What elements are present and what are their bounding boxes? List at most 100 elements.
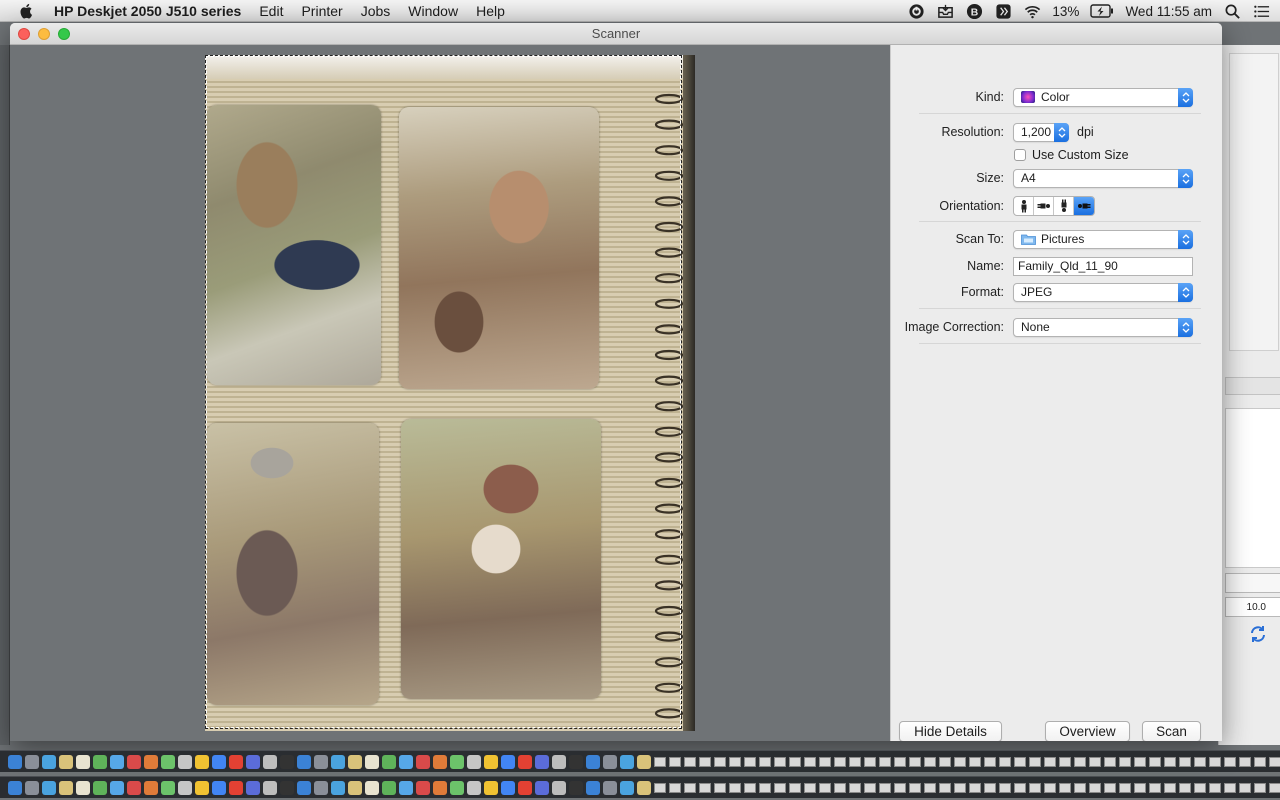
dock-window-thumbnail[interactable] bbox=[909, 756, 921, 767]
dock-app-icon[interactable] bbox=[8, 754, 22, 769]
dock-app-icon[interactable] bbox=[212, 754, 226, 769]
dock-app-icon[interactable] bbox=[433, 780, 447, 795]
orientation-rotate-left-button[interactable] bbox=[1034, 197, 1054, 215]
app-status-icon[interactable] bbox=[994, 2, 1012, 20]
dock-app-icon[interactable] bbox=[484, 754, 498, 769]
dock-window-thumbnail[interactable] bbox=[789, 756, 801, 767]
dock-window-thumbnail[interactable] bbox=[1059, 782, 1071, 793]
dock-window-thumbnail[interactable] bbox=[984, 756, 996, 767]
overview-button[interactable]: Overview bbox=[1045, 721, 1130, 741]
dock-app-icon[interactable] bbox=[93, 754, 107, 769]
dock-app-icon[interactable] bbox=[620, 780, 634, 795]
dock-window-thumbnail[interactable] bbox=[924, 756, 936, 767]
dock-window-thumbnail[interactable] bbox=[1089, 756, 1101, 767]
dock-app-icon[interactable] bbox=[42, 780, 56, 795]
menu-help[interactable]: Help bbox=[476, 3, 505, 19]
dock-window-thumbnail[interactable] bbox=[1209, 782, 1221, 793]
dock-window-thumbnail[interactable] bbox=[1194, 782, 1206, 793]
dock-window-thumbnail[interactable] bbox=[1074, 756, 1086, 767]
dock-app-icon[interactable] bbox=[535, 754, 549, 769]
dock-app-icon[interactable] bbox=[484, 780, 498, 795]
dock-app-icon[interactable] bbox=[399, 754, 413, 769]
scan-preview-area[interactable] bbox=[10, 45, 890, 741]
menu-printer[interactable]: Printer bbox=[301, 3, 342, 19]
dock-window-thumbnail[interactable] bbox=[1149, 782, 1161, 793]
dock-app-icon[interactable] bbox=[280, 754, 294, 769]
dock-app-icon[interactable] bbox=[620, 754, 634, 769]
dock-app-icon[interactable] bbox=[467, 780, 481, 795]
dock-window-thumbnail[interactable] bbox=[1134, 756, 1146, 767]
dock-window-thumbnail[interactable] bbox=[999, 782, 1011, 793]
dock-window-thumbnail[interactable] bbox=[774, 782, 786, 793]
scan-to-popup[interactable]: Pictures bbox=[1013, 229, 1193, 249]
dock-window-thumbnail[interactable] bbox=[669, 756, 681, 767]
dock-app-icon[interactable] bbox=[127, 780, 141, 795]
dock-app-icon[interactable] bbox=[76, 780, 90, 795]
dock-app-icon[interactable] bbox=[144, 780, 158, 795]
close-window-button[interactable] bbox=[18, 28, 30, 40]
dock-window-thumbnail[interactable] bbox=[744, 782, 756, 793]
dock-window-thumbnail[interactable] bbox=[1044, 756, 1056, 767]
dock-window-thumbnail[interactable] bbox=[729, 756, 741, 767]
dock-app-icon[interactable] bbox=[331, 754, 345, 769]
dock-window-thumbnail[interactable] bbox=[1014, 782, 1026, 793]
dock-window-thumbnail[interactable] bbox=[684, 782, 696, 793]
menu-jobs[interactable]: Jobs bbox=[361, 3, 391, 19]
dock-app-icon[interactable] bbox=[314, 754, 328, 769]
dock-window-thumbnail[interactable] bbox=[1029, 782, 1041, 793]
battery-charging-icon[interactable] bbox=[1090, 2, 1114, 20]
dock-window-thumbnail[interactable] bbox=[714, 782, 726, 793]
dock-window-thumbnail[interactable] bbox=[1119, 782, 1131, 793]
dock-window-thumbnail[interactable] bbox=[894, 782, 906, 793]
dock-app-icon[interactable] bbox=[229, 754, 243, 769]
dock-app-icon[interactable] bbox=[263, 780, 277, 795]
dock-app-icon[interactable] bbox=[297, 780, 311, 795]
dock-window-thumbnail[interactable] bbox=[1269, 756, 1280, 767]
dock-window-thumbnail[interactable] bbox=[1239, 756, 1251, 767]
dock-app-icon[interactable] bbox=[416, 780, 430, 795]
dock-app-icon[interactable] bbox=[501, 754, 515, 769]
dock-app-icon[interactable] bbox=[603, 780, 617, 795]
zoom-window-button[interactable] bbox=[58, 28, 70, 40]
dock-window-thumbnail[interactable] bbox=[1104, 756, 1116, 767]
dock-app-icon[interactable] bbox=[229, 780, 243, 795]
dock-app-icon[interactable] bbox=[501, 780, 515, 795]
dock-window-thumbnail[interactable] bbox=[954, 782, 966, 793]
dock-app-icon[interactable] bbox=[467, 754, 481, 769]
dock-window-thumbnail[interactable] bbox=[1089, 782, 1101, 793]
dock-app-icon[interactable] bbox=[450, 754, 464, 769]
dock-app-icon[interactable] bbox=[569, 780, 583, 795]
dock-window-thumbnail[interactable] bbox=[1224, 782, 1236, 793]
dock-window-thumbnail[interactable] bbox=[924, 782, 936, 793]
dock-window-thumbnail[interactable] bbox=[864, 782, 876, 793]
dock-app-icon[interactable] bbox=[161, 780, 175, 795]
use-custom-size-label[interactable]: Use Custom Size bbox=[1032, 148, 1129, 162]
format-popup[interactable]: JPEG bbox=[1013, 282, 1193, 302]
dock-app-icon[interactable] bbox=[603, 754, 617, 769]
dock-app-icon[interactable] bbox=[246, 754, 260, 769]
dock-window-thumbnail[interactable] bbox=[744, 756, 756, 767]
dock-window-thumbnail[interactable] bbox=[654, 782, 666, 793]
orientation-rotate-right-button[interactable] bbox=[1074, 197, 1094, 215]
dock-app-icon[interactable] bbox=[518, 780, 532, 795]
dock-window-thumbnail[interactable] bbox=[1059, 756, 1071, 767]
dock-window-thumbnail[interactable] bbox=[969, 782, 981, 793]
dock-window-thumbnail[interactable] bbox=[969, 756, 981, 767]
dock-app-icon[interactable] bbox=[195, 754, 209, 769]
sync-status-icon[interactable] bbox=[907, 2, 925, 20]
inbox-tray-icon[interactable] bbox=[936, 2, 954, 20]
scan-button[interactable]: Scan bbox=[1142, 721, 1201, 741]
dock-window-thumbnail[interactable] bbox=[879, 782, 891, 793]
dock-app-icon[interactable] bbox=[348, 754, 362, 769]
dock-app-icon[interactable] bbox=[195, 780, 209, 795]
dock-app-icon[interactable] bbox=[586, 780, 600, 795]
dock-app-icon[interactable] bbox=[518, 754, 532, 769]
wifi-icon[interactable] bbox=[1023, 2, 1041, 20]
dock-window-thumbnail[interactable] bbox=[1164, 782, 1176, 793]
kind-popup[interactable]: Color bbox=[1013, 87, 1193, 107]
dock-window-thumbnail[interactable] bbox=[669, 782, 681, 793]
dock-window-thumbnail[interactable] bbox=[699, 756, 711, 767]
dock-window-thumbnail[interactable] bbox=[1269, 782, 1280, 793]
dock-window-thumbnail[interactable] bbox=[1104, 782, 1116, 793]
dock-app-icon[interactable] bbox=[297, 754, 311, 769]
